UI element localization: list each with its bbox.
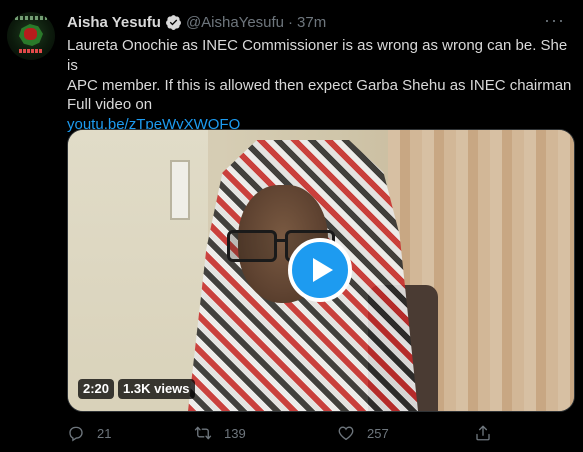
retweet-button[interactable]: 139 bbox=[194, 424, 246, 442]
tweet-time[interactable]: 37m bbox=[297, 14, 326, 31]
tweet-actions: 21 139 257 bbox=[67, 424, 507, 444]
avatar-map-inner bbox=[24, 28, 37, 40]
author-name[interactable]: Aisha Yesufu bbox=[67, 14, 161, 31]
video-badges: 2:20 1.3K views bbox=[78, 379, 195, 399]
reply-button[interactable]: 21 bbox=[67, 424, 111, 442]
play-icon[interactable] bbox=[288, 238, 352, 302]
more-options-icon[interactable]: ··· bbox=[544, 11, 565, 29]
tweet-text-line: APC member. If this is allowed then expe… bbox=[67, 76, 572, 94]
tweet-text-line: Laureta Onochie as INEC Commissioner is … bbox=[67, 37, 568, 74]
avatar-bottom-text bbox=[19, 49, 43, 53]
author-handle[interactable]: @AishaYesufu bbox=[186, 14, 284, 31]
verified-badge-icon bbox=[165, 14, 182, 31]
reply-icon bbox=[67, 424, 85, 442]
heart-icon bbox=[337, 424, 355, 442]
tweet-body: Laureta Onochie as INEC Commissioner is … bbox=[67, 36, 572, 135]
like-count: 257 bbox=[367, 425, 389, 441]
share-icon bbox=[474, 424, 492, 442]
video-wall-switch bbox=[170, 160, 190, 220]
reply-count: 21 bbox=[97, 425, 112, 441]
retweet-icon bbox=[194, 424, 212, 442]
avatar[interactable] bbox=[7, 12, 55, 60]
avatar-top-text bbox=[15, 16, 47, 20]
share-button[interactable] bbox=[474, 424, 492, 442]
video-views: 1.3K views bbox=[118, 379, 195, 399]
tweet-header: Aisha Yesufu @AishaYesufu · 37m ··· bbox=[67, 11, 573, 33]
tweet-text-line: Full video on bbox=[67, 96, 153, 114]
like-button[interactable]: 257 bbox=[337, 424, 389, 442]
separator-dot: · bbox=[288, 13, 294, 31]
video-player[interactable]: 2:20 1.3K views bbox=[67, 129, 575, 412]
video-duration: 2:20 bbox=[78, 379, 115, 399]
retweet-count: 139 bbox=[224, 425, 246, 441]
